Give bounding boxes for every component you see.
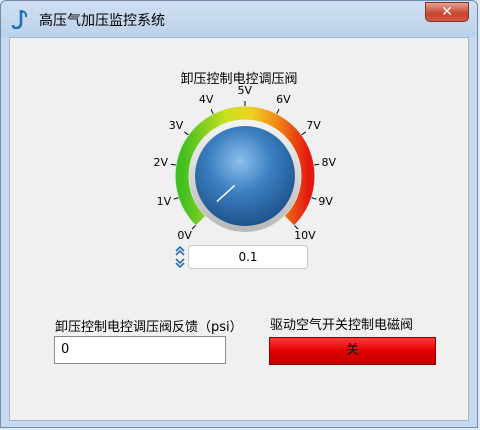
knob[interactable] [195,126,295,226]
gauge-tick-label: 1V [156,195,172,209]
gauge-tick [311,197,317,200]
gauge-tick [173,197,179,200]
gauge-tick-label: 9V [318,195,333,209]
gauge-tick-label: 7V [306,119,321,133]
gauge-tick-label: 6V [276,93,291,107]
gauge-tick-label: 10V [294,229,316,243]
close-icon: ✕ [441,4,453,20]
close-button[interactable]: ✕ [425,2,469,22]
gauge-tick-label: 2V [153,155,169,169]
window-title: 高压气加压监控系统 [39,13,165,29]
gauge-tick [191,225,196,230]
gauge-tick [210,108,214,114]
valve-label: 驱动空气开关控制电磁阀 [270,318,414,333]
gauge-tick [301,131,306,136]
knob-value-field[interactable]: 0.1 [188,245,308,269]
valve-toggle-button[interactable]: 关 [269,337,436,365]
gauge-tick [170,163,176,166]
pressure-valve-knob[interactable] [160,96,330,246]
main-window: 高压气加压监控系统 ✕ 卸压控制电控调压阀 0V 1V 2V 3V 4V 5V … [0,0,478,428]
gauge-tick-label: 8V [321,155,336,169]
gauge-tick-label: 0V [177,229,192,243]
feedback-label: 卸压控制电控调压阀反馈（psi） [55,320,243,335]
gauge-tick-label: 5V [237,84,253,97]
gauge-tick [276,108,280,114]
gauge-tick [314,163,320,166]
title-bar[interactable]: 高压气加压监控系统 ✕ [1,1,477,37]
gauge-tick-label: 4V [198,93,214,107]
gauge-tick-label: 3V [168,119,184,133]
client-area: 卸压控制电控调压阀 0V 1V 2V 3V 4V 5V 6V 7V 8V 9V … [9,37,469,421]
app-icon [11,10,28,29]
feedback-field[interactable]: 0 [54,336,226,364]
stepper-arrows-icon[interactable] [174,244,186,270]
gauge-tick [184,131,189,136]
